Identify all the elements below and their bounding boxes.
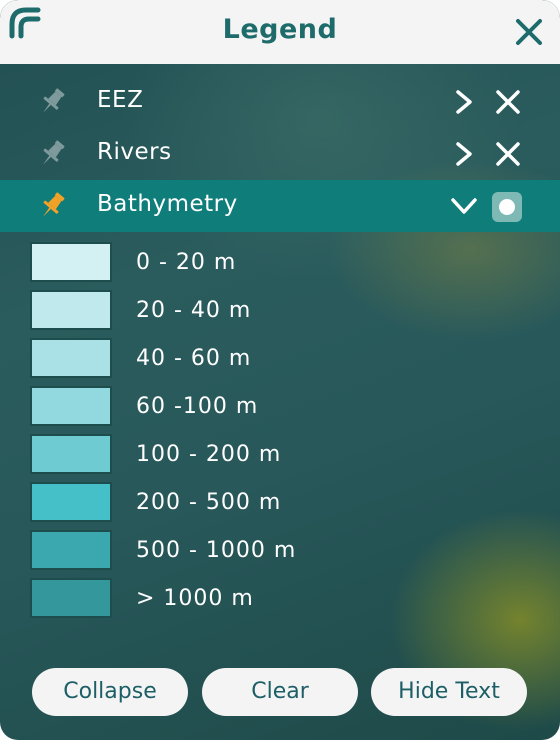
legend-item: > 1000 m	[30, 578, 430, 622]
legend-swatch	[30, 530, 112, 570]
legend-swatch	[30, 290, 112, 330]
remove-layer-icon[interactable]	[494, 140, 522, 168]
hide-text-button[interactable]: Hide Text	[371, 668, 527, 716]
legend-item: 40 - 60 m	[30, 338, 430, 382]
layer-row-bathymetry[interactable]: Bathymetry	[0, 180, 560, 232]
legend-header: Legend	[0, 0, 560, 64]
legend-label: 100 - 200 m	[136, 442, 282, 467]
toggle-dot	[499, 199, 515, 215]
legend-swatch	[30, 386, 112, 426]
legend-item: 100 - 200 m	[30, 434, 430, 478]
legend-item: 0 - 20 m	[30, 242, 430, 286]
pin-icon[interactable]	[36, 138, 68, 170]
legend-label: > 1000 m	[136, 586, 254, 611]
legend-label: 200 - 500 m	[136, 490, 282, 515]
legend-item: 200 - 500 m	[30, 482, 430, 526]
legend-swatch	[30, 434, 112, 474]
chevron-right-icon[interactable]	[450, 140, 478, 168]
legend-item: 500 - 1000 m	[30, 530, 430, 574]
legend-label: 500 - 1000 m	[136, 538, 297, 563]
layer-label-eez: EEZ	[97, 87, 144, 113]
clear-button[interactable]: Clear	[202, 668, 358, 716]
legend-swatch	[30, 482, 112, 522]
legend-panel: Legend EEZ Rivers Bathymetry 0 - 20 m 20…	[0, 0, 560, 740]
layer-label-bathymetry: Bathymetry	[97, 191, 238, 217]
legend-label: 40 - 60 m	[136, 346, 252, 371]
legend-label: 0 - 20 m	[136, 250, 237, 275]
remove-layer-icon[interactable]	[494, 88, 522, 116]
chevron-right-icon[interactable]	[450, 88, 478, 116]
legend-swatch	[30, 242, 112, 282]
legend-item: 60 -100 m	[30, 386, 430, 430]
legend-label: 20 - 40 m	[136, 298, 252, 323]
legend-item: 20 - 40 m	[30, 290, 430, 334]
chevron-down-icon[interactable]	[450, 192, 478, 220]
pin-icon[interactable]	[36, 190, 68, 222]
collapse-button[interactable]: Collapse	[32, 668, 188, 716]
pin-icon[interactable]	[36, 86, 68, 118]
layer-row-eez[interactable]: EEZ	[0, 76, 560, 128]
layer-label-rivers: Rivers	[97, 139, 172, 165]
layer-row-rivers[interactable]: Rivers	[0, 128, 560, 180]
layer-visibility-toggle[interactable]	[492, 192, 522, 222]
legend-title: Legend	[222, 14, 338, 45]
close-icon[interactable]	[514, 17, 544, 47]
legend-label: 60 -100 m	[136, 394, 259, 419]
legend-swatch	[30, 578, 112, 618]
legend-swatch	[30, 338, 112, 378]
